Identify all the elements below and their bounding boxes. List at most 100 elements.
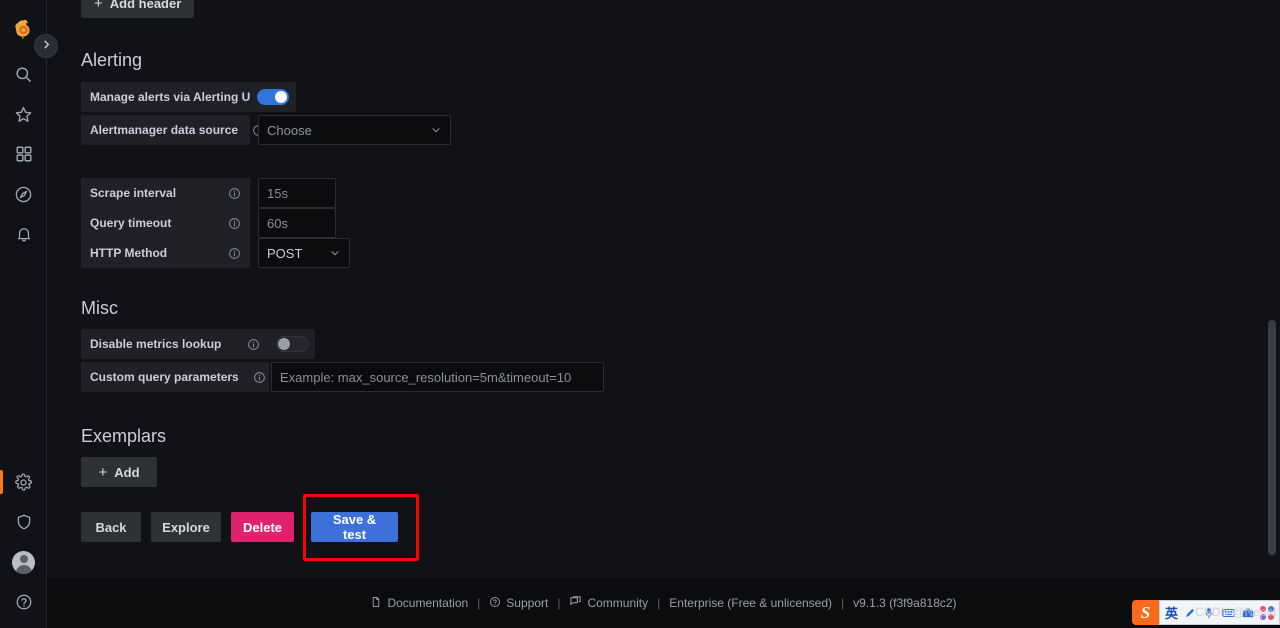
footer-support-label: Support (506, 596, 549, 610)
footer-support-link[interactable]: Support (489, 596, 548, 611)
add-header-label: Add header (109, 0, 182, 11)
footer-separator: | (657, 596, 661, 610)
disable-metrics-lookup-label: Disable metrics lookup (81, 329, 269, 359)
manage-alerts-toggle-wrap (250, 82, 296, 112)
document-icon (370, 596, 382, 611)
ime-keyboard-icon[interactable] (1221, 606, 1236, 620)
footer-documentation-link[interactable]: Documentation (370, 596, 468, 611)
back-button[interactable]: Back (81, 512, 141, 542)
query-timeout-row: Query timeout (81, 208, 336, 238)
bell-icon (15, 225, 33, 243)
add-header-button[interactable]: + Add header (81, 0, 195, 18)
ime-logo[interactable]: S (1131, 600, 1159, 625)
custom-query-parameters-row: Custom query parameters (81, 362, 604, 392)
ime-toolbar[interactable]: S 英 (1131, 600, 1280, 625)
disable-metrics-lookup-row: Disable metrics lookup (81, 329, 315, 359)
sidebar-bottom-group (0, 462, 47, 622)
search-icon (14, 65, 33, 84)
page-footer: Documentation | Support | Community | En… (47, 578, 1280, 628)
scrape-interval-input[interactable] (258, 178, 336, 208)
save-and-test-button[interactable]: Save & test (311, 512, 398, 542)
main-sidebar (0, 0, 47, 628)
query-timeout-input[interactable] (258, 208, 336, 238)
exemplars-section-heading: Exemplars (81, 426, 167, 446)
plus-icon: + (94, 0, 103, 12)
manage-alerts-row: Manage alerts via Alerting UI (81, 82, 296, 112)
settings-content-area: + Add header Alerting Manage alerts via … (47, 0, 1280, 578)
sidebar-item-server-admin[interactable] (0, 502, 47, 542)
sidebar-item-alerting[interactable] (0, 214, 47, 254)
footer-separator: | (557, 596, 561, 610)
ime-toolbox-icon[interactable] (1241, 606, 1255, 620)
expand-navigation-button[interactable] (34, 34, 58, 58)
add-exemplar-label: Add (114, 464, 140, 480)
custom-query-parameters-input[interactable] (271, 362, 604, 392)
alertmanager-row: Alertmanager data source Choose (81, 115, 451, 145)
query-timeout-label-text: Query timeout (90, 216, 172, 230)
gear-icon (14, 473, 33, 492)
help-circle-icon (15, 593, 33, 611)
chevron-down-icon (329, 247, 341, 259)
star-icon (14, 105, 33, 124)
alertmanager-select[interactable]: Choose (258, 115, 451, 145)
ime-tray: 英 (1158, 600, 1280, 625)
form-actions: Back Explore Delete Save & test (81, 512, 398, 542)
info-icon[interactable] (228, 217, 241, 230)
info-icon[interactable] (228, 247, 241, 260)
ime-language-mode[interactable]: 英 (1165, 603, 1178, 622)
misc-section-heading: Misc (81, 298, 118, 318)
sidebar-item-explore[interactable] (0, 174, 47, 214)
ime-pen-icon[interactable] (1183, 606, 1197, 620)
compass-icon (14, 185, 33, 204)
footer-links: Documentation | Support | Community | En… (370, 595, 957, 611)
chevron-down-icon (430, 124, 442, 136)
info-icon[interactable] (253, 371, 266, 384)
scrape-interval-row: Scrape interval (81, 178, 336, 208)
avatar (12, 550, 35, 574)
footer-community-label: Community (587, 596, 649, 610)
http-method-row: HTTP Method POST (81, 238, 350, 268)
footer-edition-label: Enterprise (Free & unlicensed) (669, 596, 833, 610)
ime-menu-grid-icon[interactable] (1260, 605, 1274, 620)
scrape-interval-label-text: Scrape interval (90, 186, 177, 200)
sidebar-item-profile[interactable] (0, 542, 47, 582)
footer-documentation-label: Documentation (387, 596, 469, 610)
dashboards-grid-icon (15, 145, 33, 163)
manage-alerts-label: Manage alerts via Alerting UI (81, 82, 254, 112)
manage-alerts-toggle[interactable] (257, 89, 289, 105)
alertmanager-label: Alertmanager data source (81, 115, 264, 145)
query-timeout-label: Query timeout (81, 208, 250, 238)
sidebar-item-starred[interactable] (0, 94, 47, 134)
footer-separator: | (477, 596, 481, 610)
http-method-select[interactable]: POST (258, 238, 350, 268)
sidebar-item-dashboards[interactable] (0, 134, 47, 174)
delete-button[interactable]: Delete (231, 512, 294, 542)
sidebar-item-configuration[interactable] (0, 462, 47, 502)
help-circle-icon (489, 596, 501, 611)
shield-icon (15, 513, 33, 531)
scrollbar-thumb[interactable] (1268, 320, 1276, 555)
sidebar-item-search[interactable] (0, 54, 47, 94)
alertmanager-label-text: Alertmanager data source (90, 123, 239, 137)
footer-version-label: v9.1.3 (f3f9a818c2) (853, 596, 957, 610)
disable-metrics-lookup-toggle[interactable] (276, 336, 308, 352)
disable-metrics-lookup-label-text: Disable metrics lookup (90, 337, 222, 351)
content-scrollbar[interactable] (1268, 0, 1276, 578)
http-method-value: POST (267, 245, 303, 261)
alerting-section-heading: Alerting (81, 50, 143, 70)
scrape-interval-label: Scrape interval (81, 178, 250, 208)
footer-community-link[interactable]: Community (569, 595, 648, 611)
http-method-label: HTTP Method (81, 238, 250, 268)
comment-icon (569, 595, 582, 611)
chevron-right-icon (41, 37, 52, 55)
manage-alerts-label-text: Manage alerts via Alerting UI (90, 90, 254, 104)
info-icon[interactable] (228, 187, 241, 200)
explore-button[interactable]: Explore (151, 512, 221, 542)
info-icon[interactable] (247, 338, 260, 351)
sidebar-item-help[interactable] (0, 582, 47, 622)
ime-microphone-icon[interactable] (1202, 606, 1216, 620)
footer-separator: | (841, 596, 845, 610)
custom-query-parameters-label: Custom query parameters (81, 362, 269, 392)
add-exemplar-button[interactable]: + Add (81, 457, 157, 487)
alertmanager-select-value: Choose (267, 122, 312, 138)
